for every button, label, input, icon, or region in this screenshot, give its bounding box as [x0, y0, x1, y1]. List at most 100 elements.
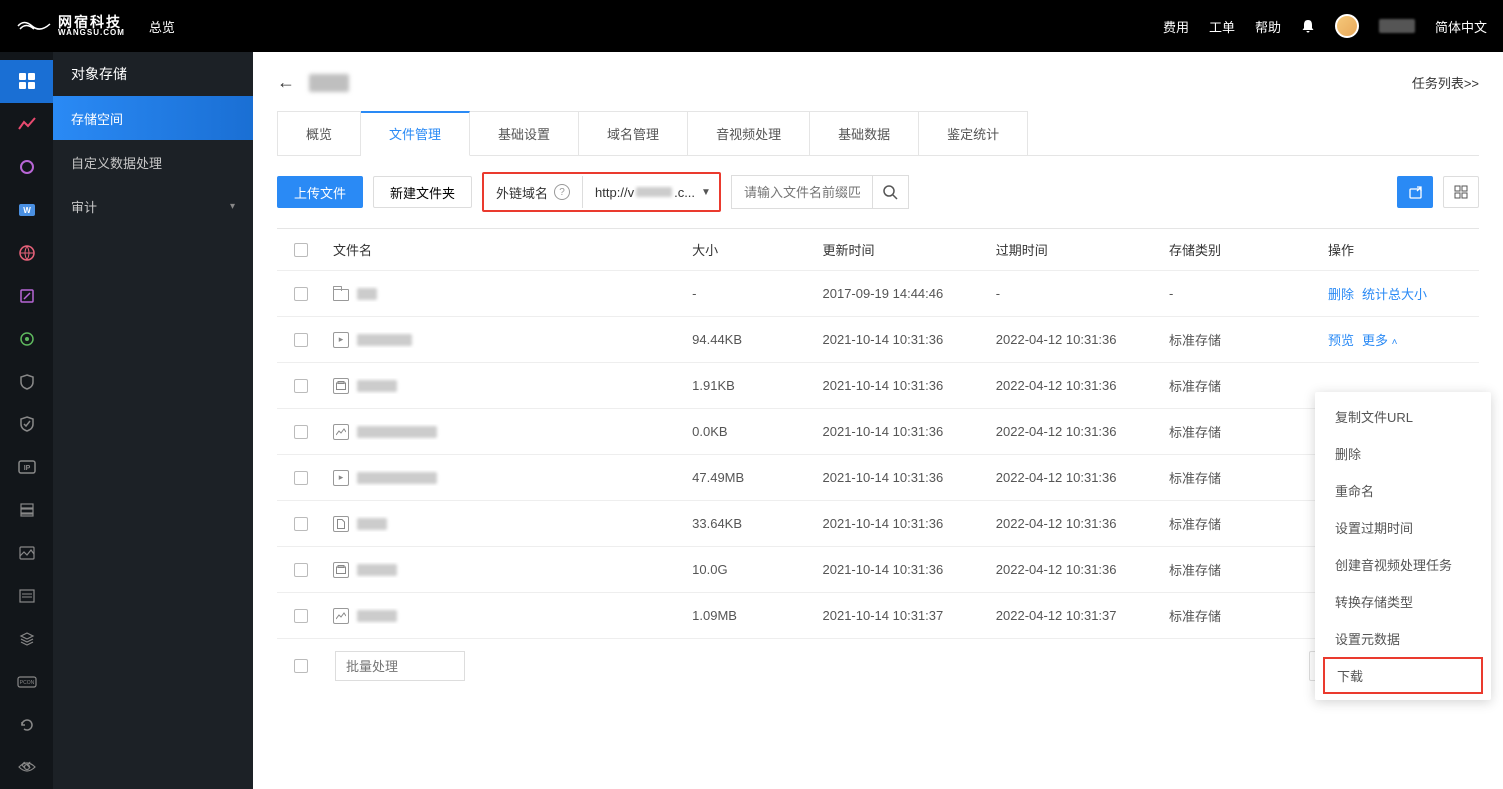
rail-item-list-icon[interactable]	[0, 575, 53, 618]
file-name[interactable]	[357, 518, 387, 530]
col-update: 更新时间	[815, 240, 988, 259]
rail-item-refresh-icon[interactable]	[0, 703, 53, 746]
rail-item-server-icon[interactable]	[0, 489, 53, 532]
file-name[interactable]	[357, 380, 397, 392]
row-checkbox[interactable]	[294, 333, 308, 347]
row-checkbox[interactable]	[294, 287, 308, 301]
avatar[interactable]	[1335, 14, 1359, 38]
svg-text:W: W	[23, 206, 31, 215]
nav-fee[interactable]: 费用	[1163, 17, 1189, 36]
nav-ticket[interactable]: 工单	[1209, 17, 1235, 36]
rail-item-shield2-icon[interactable]	[0, 403, 53, 446]
tab-0[interactable]: 概览	[277, 111, 361, 155]
more-link[interactable]: 更多 ˄	[1362, 330, 1397, 349]
tab-3[interactable]: 域名管理	[579, 111, 688, 155]
file-name[interactable]	[357, 472, 437, 484]
sidenav-item-label: 自定义数据处理	[71, 153, 162, 172]
chevron-up-icon: ˄	[1392, 337, 1398, 348]
nav-help[interactable]: 帮助	[1255, 17, 1281, 36]
rail-item-pcon-icon[interactable]: PCON	[0, 660, 53, 703]
svg-text:IP: IP	[23, 465, 30, 472]
file-name[interactable]	[357, 610, 397, 622]
file-name[interactable]	[357, 426, 437, 438]
image-icon	[333, 608, 349, 624]
rail-item-chart-icon[interactable]	[0, 103, 53, 146]
row-checkbox[interactable]	[294, 379, 308, 393]
dropdown-item-2[interactable]: 重命名	[1315, 472, 1491, 509]
sidenav-item-0[interactable]: 存储空间	[53, 96, 253, 140]
rail-item-edit-icon[interactable]	[0, 274, 53, 317]
file-size: 1.09MB	[684, 608, 814, 623]
file-size: 10.0G	[684, 562, 814, 577]
rail-item-ip-icon[interactable]: IP	[0, 446, 53, 489]
stat-size-link[interactable]: 统计总大小	[1362, 284, 1427, 303]
collapse-icon[interactable]: ‹‹	[14, 753, 38, 777]
toolbar: 上传文件 新建文件夹 外链域名 ? http://v .c... ▼	[277, 156, 1479, 228]
view-grid-button[interactable]	[1443, 176, 1479, 208]
file-expire-time: 2022-04-12 10:31:36	[988, 332, 1161, 347]
row-checkbox[interactable]	[294, 425, 308, 439]
search-box	[731, 175, 909, 209]
dropdown-item-1[interactable]: 删除	[1315, 435, 1491, 472]
tab-2[interactable]: 基础设置	[470, 111, 579, 155]
external-domain-box: 外链域名 ? http://v .c... ▼	[482, 172, 721, 212]
rail-item-target-icon[interactable]	[0, 317, 53, 360]
bell-icon[interactable]	[1301, 19, 1315, 33]
dropdown-item-4[interactable]: 创建音视频处理任务	[1315, 546, 1491, 583]
nav-overview[interactable]: 总览	[149, 17, 175, 36]
search-input[interactable]	[732, 176, 872, 208]
back-arrow-icon[interactable]: ←	[277, 72, 295, 93]
file-name[interactable]	[357, 334, 412, 346]
top-header: 网宿科技 WANGSU.COM 总览 费用 工单 帮助 简体中文	[0, 0, 1503, 52]
dropdown-item-6[interactable]: 设置元数据	[1315, 620, 1491, 657]
bucket-name	[309, 74, 349, 92]
dropdown-item-5[interactable]: 转换存储类型	[1315, 583, 1491, 620]
user-name[interactable]	[1379, 19, 1415, 33]
doc-icon	[333, 516, 349, 532]
tab-4[interactable]: 音视频处理	[688, 111, 810, 155]
tab-1[interactable]: 文件管理	[361, 111, 470, 156]
icon-rail: W IP PCON ‹‹	[0, 52, 53, 789]
row-checkbox[interactable]	[294, 563, 308, 577]
preview-link[interactable]: 预览	[1328, 330, 1354, 349]
tab-6[interactable]: 鉴定统计	[919, 111, 1028, 155]
sidenav-item-2[interactable]: 审计▾	[53, 184, 253, 228]
domain-select[interactable]: http://v .c... ▼	[583, 176, 719, 208]
rail-item-transform-icon[interactable]	[0, 146, 53, 189]
rail-item-shield-icon[interactable]	[0, 360, 53, 403]
rail-item-apps-icon[interactable]	[0, 60, 53, 103]
dropdown-item-7[interactable]: 下载	[1323, 657, 1483, 694]
select-all-footer-checkbox[interactable]	[294, 659, 308, 673]
dropdown-item-3[interactable]: 设置过期时间	[1315, 509, 1491, 546]
rail-item-w-icon[interactable]: W	[0, 189, 53, 232]
upload-button[interactable]: 上传文件	[277, 176, 363, 208]
row-checkbox[interactable]	[294, 471, 308, 485]
search-button[interactable]	[872, 176, 908, 208]
dropdown-item-0[interactable]: 复制文件URL	[1315, 398, 1491, 435]
file-update-time: 2021-10-14 10:31:36	[815, 562, 988, 577]
file-storage-class: 标准存储	[1161, 514, 1320, 533]
file-storage-class: 标准存储	[1161, 468, 1320, 487]
table-header: 文件名 大小 更新时间 过期时间 存储类别 操作	[277, 229, 1479, 271]
file-name[interactable]	[357, 288, 377, 300]
delete-link[interactable]: 删除	[1328, 284, 1354, 303]
help-icon[interactable]: ?	[554, 184, 570, 200]
rail-item-stack-icon[interactable]	[0, 617, 53, 660]
new-folder-button[interactable]: 新建文件夹	[373, 176, 472, 208]
file-storage-class: 标准存储	[1161, 560, 1320, 579]
batch-action-input[interactable]	[335, 651, 465, 681]
row-checkbox[interactable]	[294, 517, 308, 531]
lang-switch[interactable]: 简体中文	[1435, 17, 1487, 36]
task-list-link[interactable]: 任务列表>>	[1412, 73, 1479, 92]
file-name[interactable]	[357, 564, 397, 576]
row-checkbox[interactable]	[294, 609, 308, 623]
rail-item-globe-icon[interactable]	[0, 232, 53, 275]
rail-item-image-icon[interactable]	[0, 532, 53, 575]
select-all-checkbox[interactable]	[294, 243, 308, 257]
file-storage-class: 标准存储	[1161, 376, 1320, 395]
refresh-button[interactable]	[1397, 176, 1433, 208]
sidenav-item-1[interactable]: 自定义数据处理	[53, 140, 253, 184]
tab-5[interactable]: 基础数据	[810, 111, 919, 155]
file-storage-class: 标准存储	[1161, 606, 1320, 625]
logo[interactable]: 网宿科技 WANGSU.COM	[16, 15, 125, 37]
